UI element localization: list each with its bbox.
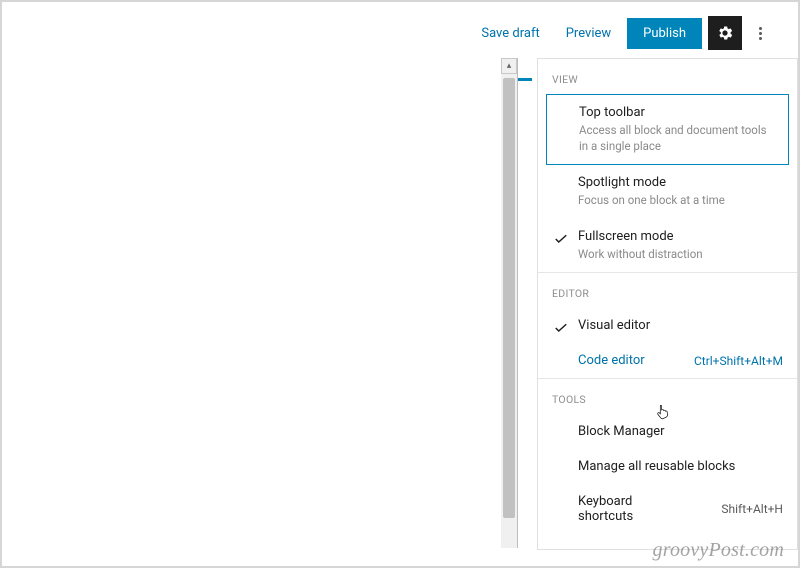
menu-item-title: Top toolbar [579, 105, 776, 120]
save-draft-link[interactable]: Save draft [471, 18, 549, 49]
menu-item-title: Visual editor [578, 318, 650, 333]
gear-icon [716, 24, 734, 42]
menu-item-title: Manage all reusable blocks [578, 459, 735, 474]
scrollbar-track[interactable] [501, 74, 517, 548]
menu-item-title: Fullscreen mode [578, 229, 783, 244]
menu-item-shortcut: Ctrl+Shift+Alt+M [694, 354, 783, 368]
menu-block-manager[interactable]: Block Manager [538, 414, 797, 449]
menu-code-editor[interactable]: Code editor Ctrl+Shift+Alt+M [538, 343, 797, 378]
menu-visual-editor[interactable]: Visual editor [538, 308, 797, 343]
menu-fullscreen-mode[interactable]: Fullscreen mode Work without distraction [538, 219, 797, 273]
settings-button[interactable] [708, 16, 742, 50]
kebab-icon [759, 26, 762, 41]
more-options-button[interactable] [748, 16, 772, 50]
editor-topbar: Save draft Preview Publish [471, 16, 772, 50]
check-icon [552, 230, 570, 252]
menu-reusable-blocks[interactable]: Manage all reusable blocks [538, 449, 797, 484]
menu-item-desc: Work without distraction [578, 247, 783, 263]
menu-item-desc: Access all block and document tools in a… [579, 123, 776, 154]
chevron-up-icon: ▴ [507, 61, 512, 71]
menu-item-title: Spotlight mode [578, 175, 783, 190]
menu-item-title: Keyboard shortcuts [578, 494, 668, 524]
tools-section-label: TOOLS [538, 379, 797, 414]
menu-item-desc: Focus on one block at a time [578, 193, 783, 209]
menu-top-toolbar[interactable]: Top toolbar Access all block and documen… [546, 94, 789, 165]
publish-button[interactable]: Publish [627, 18, 702, 49]
preview-link[interactable]: Preview [556, 18, 621, 49]
menu-item-title: Block Manager [578, 424, 665, 439]
scroll-indicator [518, 78, 532, 81]
editor-canvas: ▴ [34, 58, 518, 548]
check-icon [552, 319, 570, 341]
scroll-up-button[interactable]: ▴ [501, 58, 517, 74]
view-section-label: VIEW [538, 59, 797, 94]
scrollbar-thumb[interactable] [503, 78, 515, 518]
menu-spotlight-mode[interactable]: Spotlight mode Focus on one block at a t… [538, 165, 797, 219]
options-panel: VIEW Top toolbar Access all block and do… [537, 58, 798, 550]
menu-item-title: Code editor [578, 353, 645, 368]
menu-keyboard-shortcuts[interactable]: Keyboard shortcuts Shift+Alt+H [538, 484, 797, 534]
editor-section-label: EDITOR [538, 273, 797, 308]
menu-item-shortcut: Shift+Alt+H [721, 502, 783, 516]
